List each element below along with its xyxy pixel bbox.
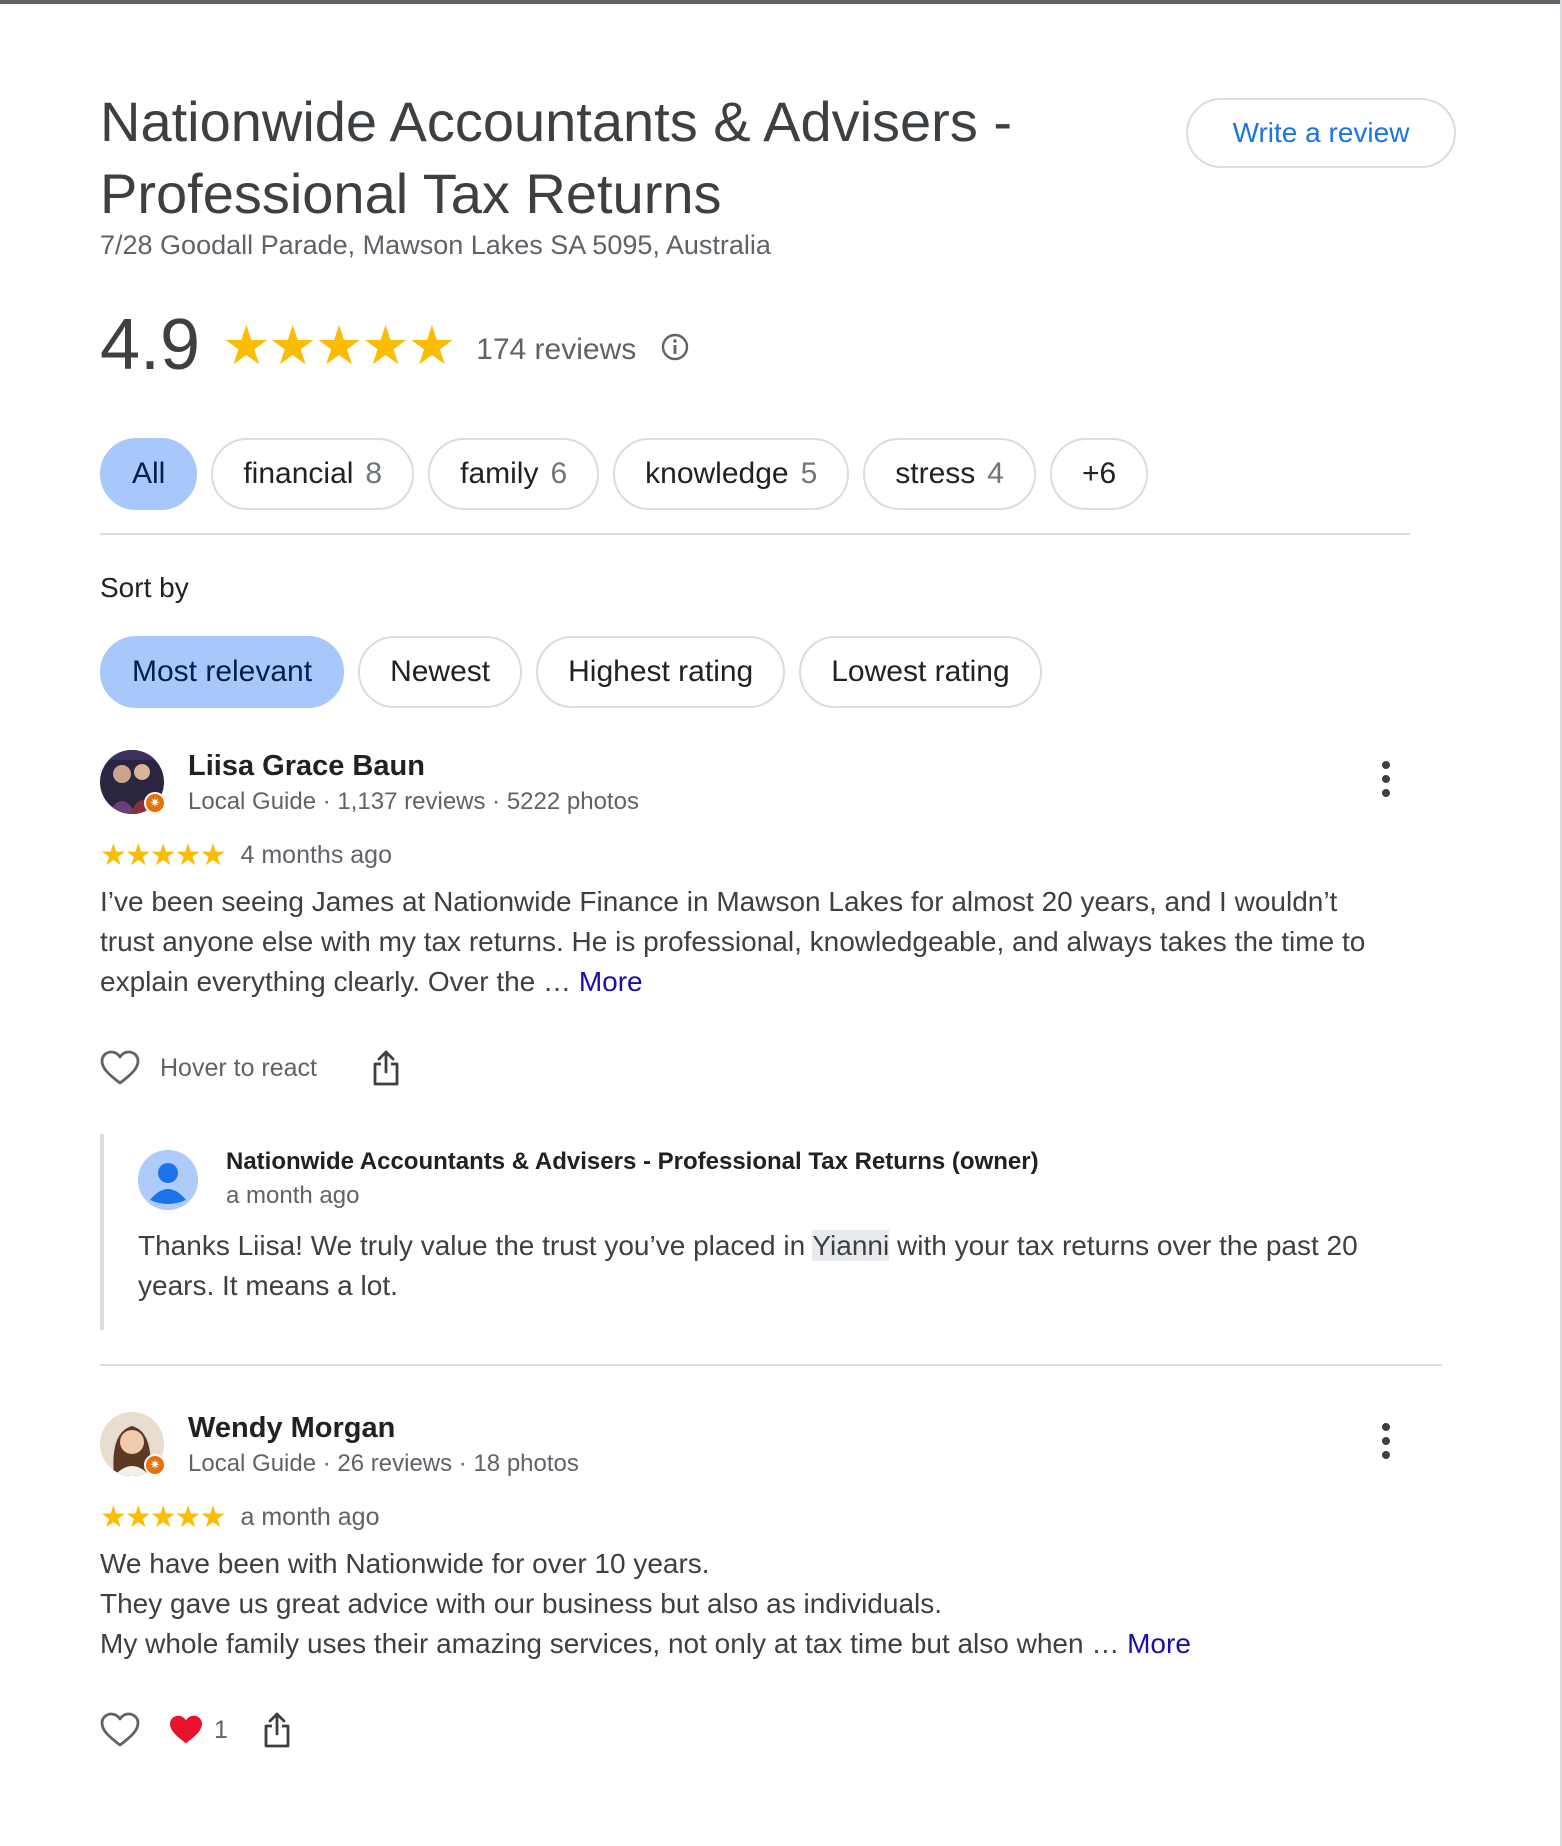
owner-avatar-icon: [138, 1150, 198, 1210]
local-guide-badge-icon: ✷: [144, 792, 166, 814]
sort-newest[interactable]: Newest: [358, 636, 523, 708]
reviewer-name[interactable]: Liisa Grace Baun: [188, 750, 425, 783]
hover-to-react-label: Hover to react: [160, 1053, 318, 1082]
more-options-icon[interactable]: [1372, 1420, 1400, 1464]
window-top-border: [0, 0, 1562, 4]
highlighted-text: Yianni: [812, 1230, 890, 1261]
review-actions: 1: [100, 1712, 292, 1748]
chip-label: All: [132, 457, 166, 490]
chip-count: 8: [365, 457, 383, 490]
review-card: ✷ Liisa Grace Baun Local Guide · 1,137 r…: [100, 750, 1440, 1330]
review-text-line: I’ve been seeing James at Nationwide Fin…: [100, 886, 1338, 917]
review-date: a month ago: [240, 1503, 380, 1531]
review-rating: ★★★★★ a month ago: [100, 1500, 379, 1535]
review-card: ✷ Wendy Morgan Local Guide · 26 reviews …: [100, 1412, 1440, 1772]
topic-chip-all[interactable]: All: [100, 438, 198, 510]
owner-reply-date: a month ago: [226, 1182, 360, 1209]
chip-label: stress: [895, 457, 976, 490]
chip-label: knowledge: [645, 457, 789, 490]
info-icon[interactable]: [660, 328, 690, 362]
review-text-line: We have been with Nationwide for over 10…: [100, 1548, 710, 1579]
sort-highest-rating[interactable]: Highest rating: [536, 636, 786, 708]
chip-count: 6: [550, 457, 568, 490]
chip-label: +6: [1081, 457, 1117, 490]
owner-reply-text-line: years. It means a lot.: [138, 1270, 398, 1301]
chip-count: 4: [987, 457, 1004, 490]
topic-chip-financial[interactable]: financial 8: [211, 438, 415, 510]
chip-count: 5: [800, 457, 818, 490]
write-review-button[interactable]: Write a review: [1186, 98, 1456, 168]
rating-stars: ★★★★★: [222, 315, 456, 376]
review-text-line: trust anyone else with my tax returns. H…: [100, 926, 1366, 957]
rating-summary: 4.9 ★★★★★ 174 reviews: [100, 300, 690, 390]
owner-reply-text-part: Thanks Liisa! We truly value the trust y…: [138, 1230, 813, 1261]
sort-most-relevant[interactable]: Most relevant: [100, 636, 345, 708]
topic-chip-stress[interactable]: stress 4: [863, 438, 1036, 510]
review-divider: [100, 1364, 1442, 1366]
share-icon[interactable]: [371, 1050, 401, 1086]
rating-value: 4.9: [100, 305, 201, 385]
more-link[interactable]: More: [1127, 1628, 1191, 1659]
heart-outline-icon[interactable]: [100, 1712, 140, 1748]
local-guide-badge-icon: ✷: [144, 1454, 166, 1476]
sort-lowest-rating[interactable]: Lowest rating: [799, 636, 1042, 708]
owner-reply-text: Thanks Liisa! We truly value the trust y…: [138, 1226, 1428, 1306]
review-text-line: They gave us great advice with our busin…: [100, 1588, 943, 1619]
review-rating: ★★★★★ 4 months ago: [100, 838, 392, 873]
more-link[interactable]: More: [579, 966, 643, 997]
owner-name: Nationwide Accountants & Advisers - Prof…: [226, 1148, 1039, 1175]
review-stars: ★★★★★: [100, 1501, 226, 1534]
sort-by-label: Sort by: [100, 572, 189, 603]
share-icon[interactable]: [262, 1712, 292, 1748]
heart-reaction-icon[interactable]: [168, 1714, 204, 1746]
topic-chip-knowledge[interactable]: knowledge 5: [613, 438, 850, 510]
reviewer-meta: Local Guide · 26 reviews · 18 photos: [188, 1450, 579, 1477]
business-address: 7/28 Goodall Parade, Mawson Lakes SA 509…: [100, 230, 771, 260]
review-text: We have been with Nationwide for over 10…: [100, 1544, 1420, 1664]
section-divider: [100, 533, 1410, 535]
chip-label: financial: [243, 457, 354, 490]
more-options-icon[interactable]: [1372, 758, 1400, 802]
heart-outline-icon[interactable]: [100, 1050, 140, 1086]
review-stars: ★★★★★: [100, 839, 226, 872]
reviewer-name[interactable]: Wendy Morgan: [188, 1412, 395, 1445]
topic-chip-more[interactable]: +6: [1049, 438, 1149, 510]
review-count[interactable]: 174 reviews: [476, 323, 636, 367]
review-text-line: My whole family uses their amazing servi…: [100, 1628, 1128, 1659]
topic-chip-family[interactable]: family 6: [428, 438, 600, 510]
owner-reply-text-part: with your tax returns over the past 20: [889, 1230, 1358, 1261]
chip-label: family: [460, 457, 539, 490]
review-text: I’ve been seeing James at Nationwide Fin…: [100, 882, 1420, 1002]
sort-options: Most relevant Newest Highest rating Lowe…: [100, 636, 1042, 708]
reaction-count: 1: [214, 1715, 228, 1744]
owner-reply: Nationwide Accountants & Advisers - Prof…: [100, 1134, 1440, 1330]
review-actions: Hover to react: [100, 1050, 401, 1086]
reviewer-meta: Local Guide · 1,137 reviews · 5222 photo…: [188, 788, 639, 815]
topic-filters: All financial 8 family 6 knowledge 5 str…: [100, 438, 1149, 510]
review-date: 4 months ago: [240, 841, 392, 869]
business-title: Nationwide Accountants & Advisers - Prof…: [100, 90, 1013, 225]
review-text-line: explain everything clearly. Over the …: [100, 966, 579, 997]
